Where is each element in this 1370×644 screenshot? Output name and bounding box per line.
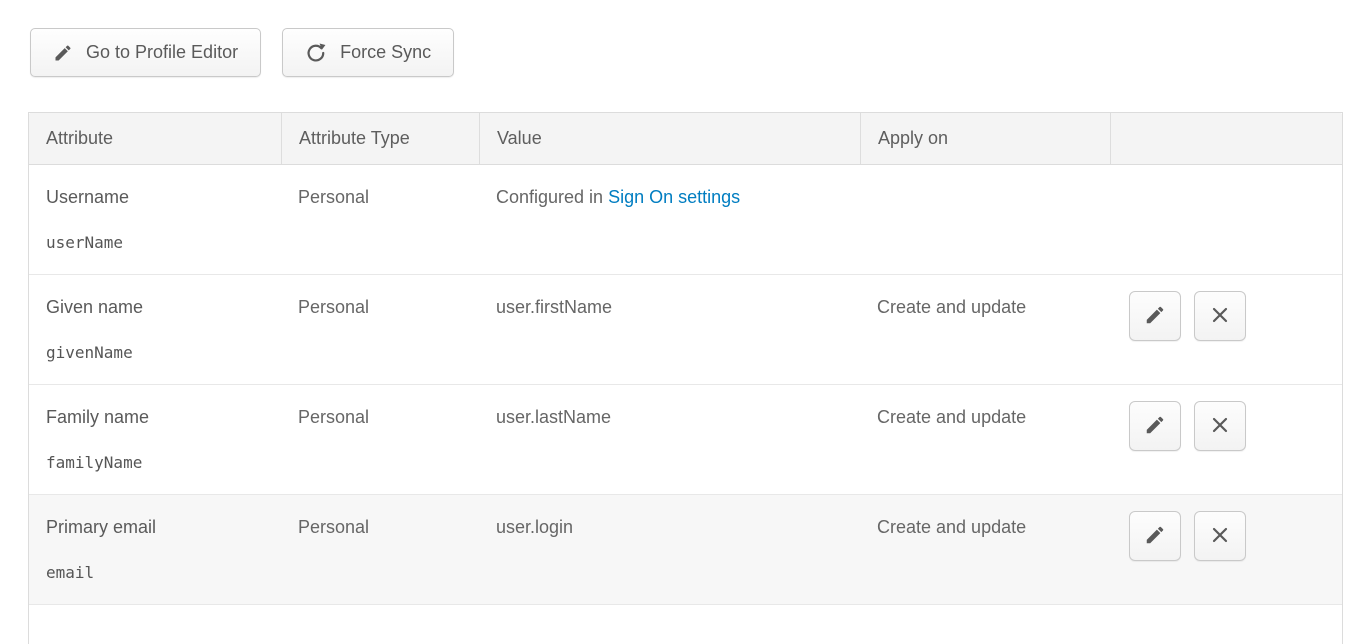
edit-attribute-button[interactable] bbox=[1129, 291, 1181, 341]
go-to-profile-editor-button[interactable]: Go to Profile Editor bbox=[30, 28, 261, 77]
table-row: Username userName Personal Configured in… bbox=[29, 165, 1342, 275]
table-row: Given name givenName Personal user.first… bbox=[29, 275, 1342, 385]
apply-on-cell: Create and update bbox=[860, 495, 1110, 604]
attribute-type-cell: Personal bbox=[281, 165, 479, 274]
actions-cell bbox=[1110, 165, 1342, 274]
attribute-variable: userName bbox=[46, 232, 271, 254]
attribute-variable: familyName bbox=[46, 452, 271, 474]
attribute-type-cell: Personal bbox=[281, 275, 479, 384]
attribute-type-cell: Personal bbox=[281, 495, 479, 604]
apply-on-cell bbox=[860, 165, 1110, 274]
actions-cell bbox=[1110, 275, 1342, 384]
close-icon bbox=[1210, 305, 1230, 328]
table-row: Family name familyName Personal user.las… bbox=[29, 385, 1342, 495]
column-header-apply-on: Apply on bbox=[860, 113, 1110, 164]
attribute-cell: Primary email email bbox=[29, 495, 281, 604]
table-row bbox=[29, 605, 1342, 644]
apply-on-cell: Create and update bbox=[860, 275, 1110, 384]
attribute-type-cell: Personal bbox=[281, 385, 479, 494]
attribute-cell: Username userName bbox=[29, 165, 281, 274]
go-to-profile-editor-label: Go to Profile Editor bbox=[86, 42, 238, 63]
value-prefix-text: Configured in bbox=[496, 187, 608, 207]
attribute-variable: email bbox=[46, 562, 271, 584]
refresh-icon bbox=[305, 42, 327, 64]
column-header-actions bbox=[1110, 113, 1342, 164]
pencil-icon bbox=[53, 43, 73, 63]
apply-on-cell: Create and update bbox=[860, 385, 1110, 494]
edit-attribute-button[interactable] bbox=[1129, 511, 1181, 561]
attribute-cell: Given name givenName bbox=[29, 275, 281, 384]
table-header: Attribute Attribute Type Value Apply on bbox=[29, 113, 1342, 165]
force-sync-label: Force Sync bbox=[340, 42, 431, 63]
pencil-icon bbox=[1144, 524, 1166, 549]
close-icon bbox=[1210, 415, 1230, 438]
value-cell: user.login bbox=[479, 495, 860, 604]
remove-attribute-button[interactable] bbox=[1194, 511, 1246, 561]
attribute-variable: givenName bbox=[46, 342, 271, 364]
value-cell: user.lastName bbox=[479, 385, 860, 494]
column-header-attribute: Attribute bbox=[29, 113, 281, 164]
force-sync-button[interactable]: Force Sync bbox=[282, 28, 454, 77]
edit-attribute-button[interactable] bbox=[1129, 401, 1181, 451]
attribute-label: Username bbox=[46, 186, 271, 208]
actions-cell bbox=[1110, 385, 1342, 494]
attribute-label: Given name bbox=[46, 296, 271, 318]
sign-on-settings-link[interactable]: Sign On settings bbox=[608, 187, 740, 207]
pencil-icon bbox=[1144, 414, 1166, 439]
value-cell: user.firstName bbox=[479, 275, 860, 384]
column-header-attribute-type: Attribute Type bbox=[281, 113, 479, 164]
attribute-cell: Family name familyName bbox=[29, 385, 281, 494]
attribute-label: Primary email bbox=[46, 516, 271, 538]
pencil-icon bbox=[1144, 304, 1166, 329]
remove-attribute-button[interactable] bbox=[1194, 291, 1246, 341]
table-row: Primary email email Personal user.login … bbox=[29, 495, 1342, 605]
toolbar: Go to Profile Editor Force Sync bbox=[30, 28, 1370, 77]
close-icon bbox=[1210, 525, 1230, 548]
remove-attribute-button[interactable] bbox=[1194, 401, 1246, 451]
column-header-value: Value bbox=[479, 113, 860, 164]
value-cell: Configured in Sign On settings bbox=[479, 165, 860, 274]
attribute-mappings-table: Attribute Attribute Type Value Apply on … bbox=[28, 112, 1343, 644]
attribute-label: Family name bbox=[46, 406, 271, 428]
actions-cell bbox=[1110, 495, 1342, 604]
